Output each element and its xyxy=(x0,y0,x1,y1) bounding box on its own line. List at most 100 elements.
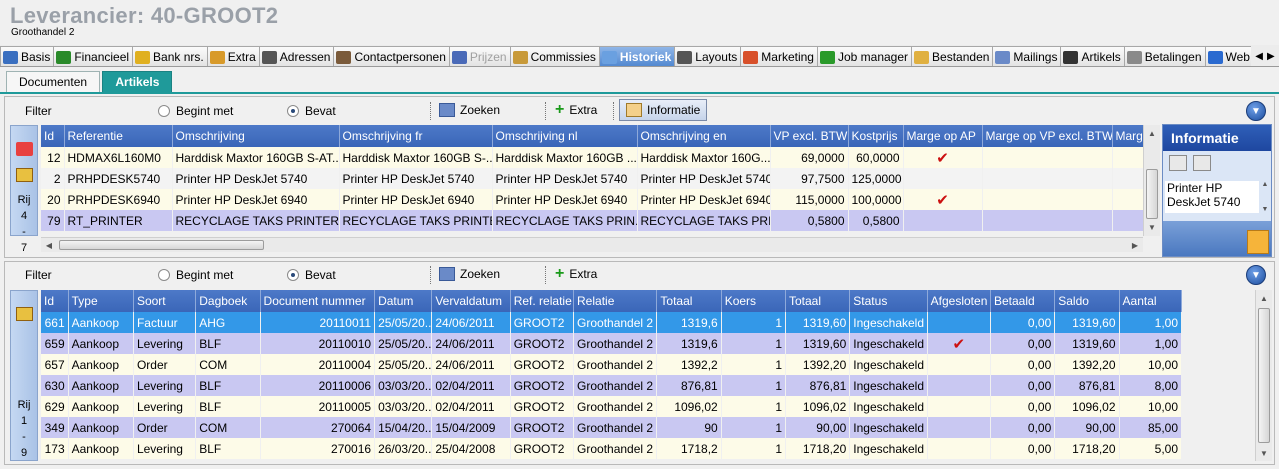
column-header-relatie-8[interactable]: Relatie xyxy=(573,290,658,312)
info-hand-icon xyxy=(626,103,642,117)
scroll-down-icon[interactable]: ▼ xyxy=(1144,219,1160,235)
tab-historiek[interactable]: Historiek xyxy=(598,46,676,66)
table-row[interactable]: 12 HDMAX6L160M0 Harddisk Maxtor 160GB S-AT… xyxy=(41,147,1143,168)
top-radio-begint[interactable]: Begint met xyxy=(158,104,233,118)
hscroll-thumb[interactable] xyxy=(59,240,264,250)
tab-bank-nrs[interactable]: Bank nrs. xyxy=(132,46,208,66)
table-row[interactable]: 173 Aankoop Levering BLF 270016 26/03/20... 25… xyxy=(41,438,1182,459)
collapse-bottom-button[interactable]: ▼ xyxy=(1246,265,1266,285)
column-header-koers-10[interactable]: Koers xyxy=(721,290,787,312)
column-header-datum-5[interactable]: Datum xyxy=(374,290,433,312)
column-header-kostprijs[interactable]: Kostprijs xyxy=(848,125,904,147)
subtab-artikels[interactable]: Artikels xyxy=(102,71,173,92)
tab-marketing[interactable]: Marketing xyxy=(740,46,818,66)
scroll-thumb[interactable] xyxy=(1258,308,1270,443)
scroll-right-icon[interactable]: ▶ xyxy=(1127,238,1143,252)
info-text-scrollbar[interactable]: ▲ ▼ xyxy=(1259,181,1271,213)
radio-begint-icon[interactable] xyxy=(158,105,170,117)
column-header-type-1[interactable]: Type xyxy=(68,290,134,312)
scroll-down-icon[interactable]: ▼ xyxy=(1262,206,1269,213)
table-row[interactable]: 661 Aankoop Factuur AHG 20110011 25/05/20... 2… xyxy=(41,312,1182,333)
radio-begint-icon[interactable] xyxy=(158,269,170,281)
cell-id: 349 xyxy=(41,417,69,438)
info-hand-icon[interactable] xyxy=(1247,230,1269,254)
tab-scroll-right-icon[interactable]: ▶ xyxy=(1267,51,1275,62)
bottom-radio-bevat[interactable]: Bevat xyxy=(287,268,336,282)
column-header-omschrijving-en[interactable]: Omschrijving en xyxy=(637,125,771,147)
bottom-search-button[interactable]: Zoeken xyxy=(439,267,500,281)
bottom-vertical-scrollbar[interactable]: ▲ ▼ xyxy=(1255,290,1272,461)
table-row[interactable]: 20 PRHPDESK6940 Printer HP DeskJet 6940 Pri… xyxy=(41,189,1143,210)
collapse-top-button[interactable]: ▼ xyxy=(1246,101,1266,121)
tab-artikels[interactable]: Artikels xyxy=(1060,46,1125,66)
radio-bevat-icon[interactable] xyxy=(287,269,299,281)
column-header-ref-relatie-7[interactable]: Ref. relatie xyxy=(510,290,575,312)
column-header-soort-2[interactable]: Soort xyxy=(133,290,197,312)
copy-icon[interactable] xyxy=(1193,155,1211,171)
column-header-marge-op-vp-excl-btw[interactable]: Marge op VP excl. BTW xyxy=(982,125,1113,147)
tab-label: Extra xyxy=(227,50,256,64)
column-header-id[interactable]: Id xyxy=(41,125,65,147)
column-header-dagboek-3[interactable]: Dagboek xyxy=(195,290,261,312)
select-icon[interactable] xyxy=(16,168,33,182)
table-row[interactable]: 349 Aankoop Order COM 270064 15/04/20... 15/04… xyxy=(41,417,1182,438)
column-header-totaal-11[interactable]: Totaal xyxy=(785,290,851,312)
select-icon[interactable] xyxy=(16,307,33,321)
tab-commissies[interactable]: Commissies xyxy=(509,46,600,66)
top-vertical-scrollbar[interactable]: ▲ ▼ xyxy=(1143,125,1160,236)
table-row[interactable]: 657 Aankoop Order COM 20110004 25/05/20... 24/… xyxy=(41,354,1182,375)
scroll-left-icon[interactable]: ◀ xyxy=(41,238,57,252)
tab-bestanden[interactable]: Bestanden xyxy=(911,46,994,66)
column-header-omschrijving-nl[interactable]: Omschrijving nl xyxy=(492,125,638,147)
tab-betalingen[interactable]: Betalingen xyxy=(1123,46,1206,66)
tab-scroll-left-icon[interactable]: ◀ xyxy=(1255,51,1263,62)
move-icon[interactable] xyxy=(16,142,33,156)
column-header-saldo-15[interactable]: Saldo xyxy=(1054,290,1120,312)
column-header-omschrijving[interactable]: Omschrijving xyxy=(172,125,340,147)
information-button[interactable]: Informatie xyxy=(619,99,708,121)
subtab-documenten[interactable]: Documenten xyxy=(6,71,101,92)
column-header-marg[interactable]: Marg xyxy=(1112,125,1144,147)
column-header-referentie[interactable]: Referentie xyxy=(64,125,173,147)
tab-extra[interactable]: Extra xyxy=(206,46,260,66)
bottom-radio-begint[interactable]: Begint met xyxy=(158,268,233,282)
column-header-omschrijving-fr[interactable]: Omschrijving fr xyxy=(339,125,493,147)
tab-financieel[interactable]: Financieel xyxy=(53,46,134,66)
table-row[interactable]: 659 Aankoop Levering BLF 20110010 25/05/20...… xyxy=(41,333,1182,354)
top-radio-bevat[interactable]: Bevat xyxy=(287,104,336,118)
folder-icon xyxy=(914,50,930,64)
column-header-afgesloten-13[interactable]: Afgesloten xyxy=(927,290,991,312)
scroll-up-icon[interactable]: ▲ xyxy=(1144,125,1160,141)
column-header-marge-op-ap[interactable]: Marge op AP xyxy=(903,125,983,147)
tab-contactpersonen[interactable]: Contactpersonen xyxy=(333,46,450,66)
column-header-aantal-16[interactable]: Aantal xyxy=(1119,290,1183,312)
tab-prijzen[interactable]: Prijzen xyxy=(448,46,511,66)
column-header-vervaldatum-6[interactable]: Vervaldatum xyxy=(431,290,511,312)
tab-adressen[interactable]: Adressen xyxy=(258,46,335,66)
top-search-button[interactable]: Zoeken xyxy=(439,103,500,117)
column-header-vp-excl-btw[interactable]: VP excl. BTW xyxy=(770,125,849,147)
top-horizontal-scrollbar[interactable]: ◀ ▶ xyxy=(41,237,1143,252)
radio-bevat-icon[interactable] xyxy=(287,105,299,117)
table-row[interactable]: 630 Aankoop Levering BLF 20110006 03/03/20...… xyxy=(41,375,1182,396)
column-header-document-nummer-4[interactable]: Document nummer xyxy=(260,290,376,312)
top-extra-button[interactable]: + Extra xyxy=(555,102,597,118)
bottom-extra-button[interactable]: + Extra xyxy=(555,266,597,282)
tab-mailings[interactable]: Mailings xyxy=(992,46,1062,66)
column-header-totaal-9[interactable]: Totaal xyxy=(656,290,722,312)
table-row[interactable]: 79 RT_PRINTER RECYCLAGE TAKS PRINTER RECYCL… xyxy=(41,210,1143,231)
scroll-thumb[interactable] xyxy=(1146,169,1158,219)
scroll-up-icon[interactable]: ▲ xyxy=(1262,181,1269,188)
select-all-icon[interactable] xyxy=(1169,155,1187,171)
tab-job-manager[interactable]: Job manager xyxy=(816,46,913,66)
tab-layouts[interactable]: Layouts xyxy=(674,46,742,66)
column-header-id-0[interactable]: Id xyxy=(41,290,69,312)
scroll-up-icon[interactable]: ▲ xyxy=(1256,290,1272,306)
checkmark-icon xyxy=(903,168,982,189)
table-row[interactable]: 629 Aankoop Levering BLF 20110005 03/03/20...… xyxy=(41,396,1182,417)
column-header-betaald-14[interactable]: Betaald xyxy=(990,290,1056,312)
scroll-down-icon[interactable]: ▼ xyxy=(1256,445,1272,461)
tab-basis[interactable]: Basis xyxy=(0,46,55,66)
column-header-status-12[interactable]: Status xyxy=(849,290,928,312)
table-row[interactable]: 2 PRHPDESK5740 Printer HP DeskJet 5740 Prin… xyxy=(41,168,1143,189)
